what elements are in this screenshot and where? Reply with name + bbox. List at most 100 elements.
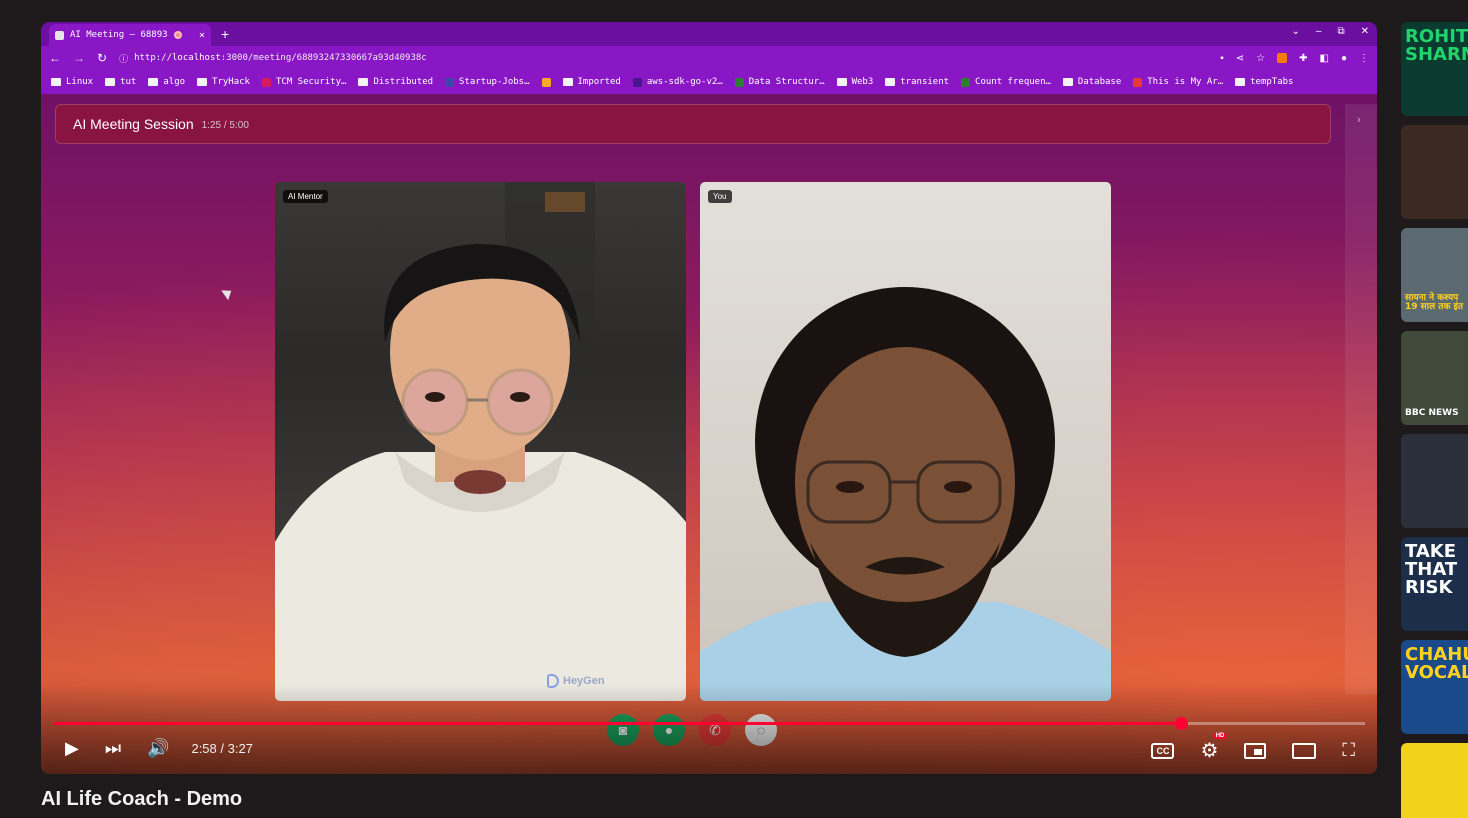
- side-panel-toggle[interactable]: ›: [1345, 104, 1377, 694]
- thumbnail-text: ROHIT SHARMA: [1405, 26, 1468, 65]
- extensions-puzzle-icon[interactable]: ✚: [1299, 53, 1307, 64]
- bookmark-item[interactable]: Count frequen…: [961, 77, 1051, 87]
- close-window-icon[interactable]: ✕: [1361, 26, 1369, 37]
- mouse-cursor-icon: [221, 285, 235, 301]
- bookmark-item[interactable]: tempTabs: [1235, 77, 1293, 87]
- bookmark-star-icon[interactable]: ☆: [1256, 53, 1265, 64]
- video-title: AI Life Coach - Demo: [41, 788, 243, 810]
- toolbar-icons: ▪ ⋖ ☆ ✚ ◧ ● ⋮: [1220, 53, 1369, 64]
- browser-tab[interactable]: AI Meeting – 68893 ×: [49, 24, 211, 46]
- address-bar-row: ← → ↻ ⓘ http://localhost:3000/meeting/68…: [41, 46, 1377, 70]
- bookmark-item[interactable]: TryHack: [197, 77, 250, 87]
- player-right-controls: CC ⚙ HD ⛶: [1151, 733, 1355, 763]
- url-path: :3000/meeting/68893247330667a93d40938c: [220, 53, 427, 63]
- browser-menu-icon[interactable]: ⋮: [1359, 53, 1369, 64]
- profile-icon[interactable]: ●: [1341, 53, 1347, 64]
- volume-icon[interactable]: 🔊: [147, 738, 169, 759]
- folder-icon: [836, 78, 847, 86]
- recommended-video-thumbnail[interactable]: [1401, 743, 1468, 818]
- site-favicon-icon: [541, 77, 551, 87]
- play-icon[interactable]: ▶: [65, 738, 79, 759]
- session-header: AI Meeting Session 1:25 / 5:00: [55, 104, 1331, 144]
- bookmark-label: tempTabs: [1250, 77, 1294, 87]
- progress-bar[interactable]: [53, 717, 1365, 730]
- thumbnail-text: सायना ने कश्यप 19 साल तक इंत: [1405, 293, 1464, 312]
- site-favicon-icon: [1133, 77, 1143, 87]
- thumbnail-text: TAKE THAT RISK: [1405, 541, 1458, 598]
- recommended-video-thumbnail[interactable]: TAKE THAT RISK: [1401, 537, 1468, 631]
- bookmark-item[interactable]: TCM Security…: [261, 77, 346, 87]
- site-favicon-icon: [961, 77, 971, 87]
- camera-in-use-icon[interactable]: ▪: [1220, 53, 1224, 64]
- fullscreen-icon[interactable]: ⛶: [1342, 740, 1355, 761]
- bookmark-label: This is My Ar…: [1147, 77, 1224, 87]
- meeting-page: AI Meeting Session 1:25 / 5:00 › AI Ment…: [41, 94, 1377, 774]
- site-favicon-icon: [261, 77, 271, 87]
- recommended-video-thumbnail[interactable]: ROHIT SHARMA: [1401, 22, 1468, 116]
- bookmark-item[interactable]: aws-sdk-go-v2…: [632, 77, 723, 87]
- recommended-video-thumbnail[interactable]: BBC NEWS: [1401, 331, 1468, 425]
- bookmark-label: Database: [1077, 77, 1122, 87]
- back-icon[interactable]: ←: [49, 51, 61, 65]
- captions-button[interactable]: CC: [1151, 742, 1175, 759]
- ai-mentor-label: AI Mentor: [283, 190, 328, 203]
- window-controls: ⌄ – ⧉ ✕: [1292, 26, 1369, 37]
- bookmark-label: Count frequen…: [975, 77, 1051, 87]
- bookmarks-bar: Linux tut algo TryHack TCM Security… Distribu…: [41, 70, 1377, 94]
- bookmark-label: Startup-Jobs…: [459, 77, 530, 87]
- miniplayer-icon[interactable]: [1244, 742, 1267, 759]
- bookmark-item[interactable]: algo: [148, 77, 185, 87]
- extension-icon[interactable]: [1277, 53, 1288, 63]
- bookmark-item[interactable]: tut: [105, 77, 136, 87]
- time-display: 2:58 / 3:27: [191, 741, 253, 756]
- reload-icon[interactable]: ↻: [97, 51, 107, 65]
- site-info-icon[interactable]: ⓘ: [119, 52, 128, 65]
- session-timer: 1:25 / 5:00: [201, 119, 249, 131]
- folder-icon: [1235, 78, 1246, 86]
- bookmark-item[interactable]: [541, 77, 551, 87]
- bookmark-label: algo: [163, 77, 186, 87]
- recommended-video-thumbnail[interactable]: सायना ने कश्यप 19 साल तक इंत: [1401, 228, 1468, 322]
- bookmark-item[interactable]: Linux: [51, 77, 93, 87]
- recommended-video-thumbnail[interactable]: [1401, 125, 1468, 219]
- bookmark-label: Data Structur…: [748, 77, 825, 87]
- folder-icon: [105, 78, 116, 86]
- bookmark-item[interactable]: Startup-Jobs…: [445, 77, 530, 87]
- bookmark-item[interactable]: Imported: [562, 77, 621, 87]
- bookmark-item[interactable]: transient: [885, 77, 949, 87]
- restore-icon[interactable]: ⧉: [1337, 26, 1344, 37]
- folder-icon: [197, 78, 208, 86]
- bookmark-label: Distributed: [373, 77, 434, 87]
- recommended-video-thumbnail[interactable]: [1401, 434, 1468, 528]
- theater-mode-icon[interactable]: [1292, 742, 1317, 759]
- new-tab-button[interactable]: +: [221, 26, 229, 42]
- tab-search-icon[interactable]: ⌄: [1292, 26, 1300, 37]
- forward-icon[interactable]: →: [73, 51, 85, 65]
- progress-played: [53, 722, 1182, 725]
- recording-indicator-icon: [173, 31, 182, 39]
- bookmark-label: tut: [120, 77, 137, 87]
- heygen-logo-icon: [547, 674, 559, 688]
- bookmark-item[interactable]: Database: [1062, 77, 1122, 87]
- recommended-video-thumbnail[interactable]: CHAHUN VOCAL: [1401, 640, 1468, 734]
- tab-close-icon[interactable]: ×: [199, 30, 205, 41]
- share-icon[interactable]: ⋖: [1236, 53, 1244, 64]
- recommended-videos: ROHIT SHARMA सायना ने कश्यप 19 साल तक इंत…: [1401, 22, 1468, 818]
- tab-favicon-icon: [55, 30, 64, 40]
- bookmark-item[interactable]: This is My Ar…: [1133, 77, 1223, 87]
- bookmark-item[interactable]: Distributed: [358, 77, 433, 87]
- minimize-icon[interactable]: –: [1316, 26, 1322, 37]
- next-video-icon[interactable]: ⏭: [105, 738, 121, 759]
- url-field[interactable]: ⓘ http://localhost:3000/meeting/68893247…: [119, 52, 427, 65]
- video-player[interactable]: AI Meeting – 68893 × + ⌄ – ⧉ ✕ ← → ↻ ⓘ h…: [41, 22, 1377, 774]
- side-panel-icon[interactable]: ◧: [1320, 53, 1329, 64]
- user-video-tile: You: [700, 182, 1111, 701]
- bookmark-label: aws-sdk-go-v2…: [646, 77, 723, 87]
- ai-mentor-video-tile: AI Mentor HeyGen: [275, 182, 686, 701]
- settings-gear-icon[interactable]: ⚙ HD: [1200, 733, 1227, 763]
- site-favicon-icon: [632, 77, 642, 87]
- bookmark-item[interactable]: Data Structur…: [734, 77, 825, 87]
- folder-icon: [562, 78, 573, 86]
- tab-title: AI Meeting – 68893: [70, 30, 168, 40]
- bookmark-item[interactable]: Web3: [836, 77, 873, 87]
